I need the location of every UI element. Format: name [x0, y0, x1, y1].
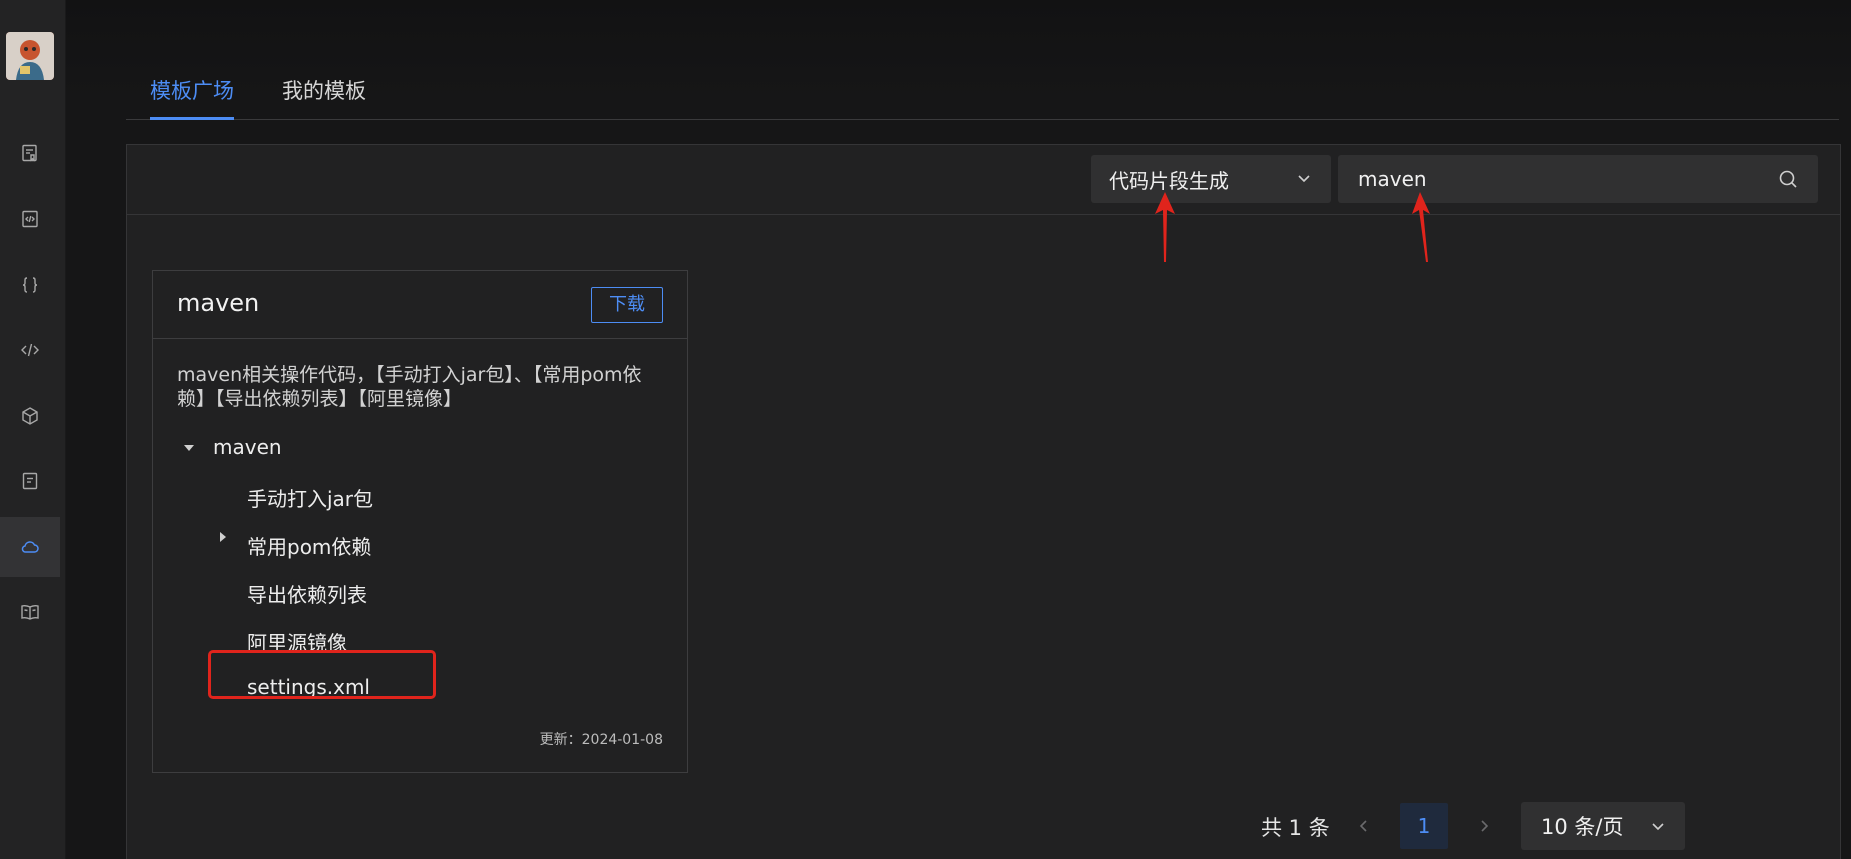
card-description: maven相关操作代码，【手动打入jar包】、【常用pom依赖】【导出依赖列表】… — [177, 364, 642, 410]
category-select-value: 代码片段生成 — [1109, 168, 1229, 193]
chevron-down-icon — [1298, 175, 1310, 183]
next-page-button[interactable] — [1472, 814, 1496, 838]
tree-node[interactable]: 导出依赖列表 — [247, 579, 367, 608]
code-tag-icon — [21, 343, 39, 357]
sidebar-item-json[interactable] — [0, 255, 60, 315]
chevron-right-icon — [1481, 820, 1489, 832]
cube-icon — [22, 407, 38, 425]
annotation-arrow — [1412, 192, 1430, 262]
filter-toolbar: 代码片段生成 maven — [127, 145, 1840, 215]
search-input-value: maven — [1358, 167, 1427, 191]
page-number-button[interactable]: 1 — [1400, 803, 1448, 849]
category-select[interactable]: 代码片段生成 — [1091, 155, 1331, 203]
sidebar-item-code[interactable] — [0, 320, 60, 380]
download-button[interactable]: 下载 — [591, 287, 663, 323]
document-bookmark-icon — [22, 144, 37, 162]
tree-node[interactable]: 手动打入jar包 — [247, 483, 373, 512]
pagination-total: 共 1 条 — [1261, 816, 1330, 840]
annotation-highlight-box — [208, 650, 436, 699]
code-file-icon — [22, 210, 38, 228]
book-icon — [21, 604, 39, 620]
tab-template-square[interactable]: 模板广场 — [150, 70, 234, 120]
caret-right-icon[interactable] — [217, 531, 229, 543]
card-title: maven — [177, 289, 260, 317]
tab-bar: 模板广场 我的模板 — [126, 70, 1839, 120]
tab-my-templates[interactable]: 我的模板 — [282, 70, 366, 120]
chevron-down-icon — [1652, 823, 1664, 831]
search-icon[interactable] — [1778, 169, 1798, 189]
updated-date: 更新：2024-01-08 — [539, 732, 663, 748]
braces-icon — [22, 277, 38, 293]
annotation-arrow — [1155, 192, 1175, 262]
sidebar-item-book[interactable] — [0, 582, 60, 642]
content-panel: 代码片段生成 maven maven 下载 maven相关操作代码，【手动打入j… — [126, 144, 1841, 859]
sidebar-item-cloud[interactable] — [0, 517, 60, 577]
search-input[interactable]: maven — [1338, 155, 1818, 203]
page-size-value: 10 条/页 — [1541, 815, 1624, 839]
tree-node[interactable]: 常用pom依赖 — [247, 531, 371, 560]
avatar[interactable] — [6, 32, 54, 80]
page-size-select[interactable]: 10 条/页 — [1521, 802, 1685, 850]
sidebar-item-code-file[interactable] — [0, 189, 60, 249]
document-icon — [22, 472, 38, 490]
card-header: maven 下载 — [153, 271, 687, 339]
sidebar-item-docs[interactable] — [0, 451, 60, 511]
sidebar-item-templates[interactable] — [0, 123, 60, 183]
cloud-icon — [21, 541, 39, 553]
sidebar-item-package[interactable] — [0, 386, 60, 446]
sidebar — [0, 0, 66, 859]
caret-down-icon[interactable] — [183, 442, 195, 454]
prev-page-button[interactable] — [1352, 814, 1376, 838]
tree-node-root[interactable]: maven — [213, 435, 282, 459]
chevron-left-icon — [1359, 820, 1367, 832]
